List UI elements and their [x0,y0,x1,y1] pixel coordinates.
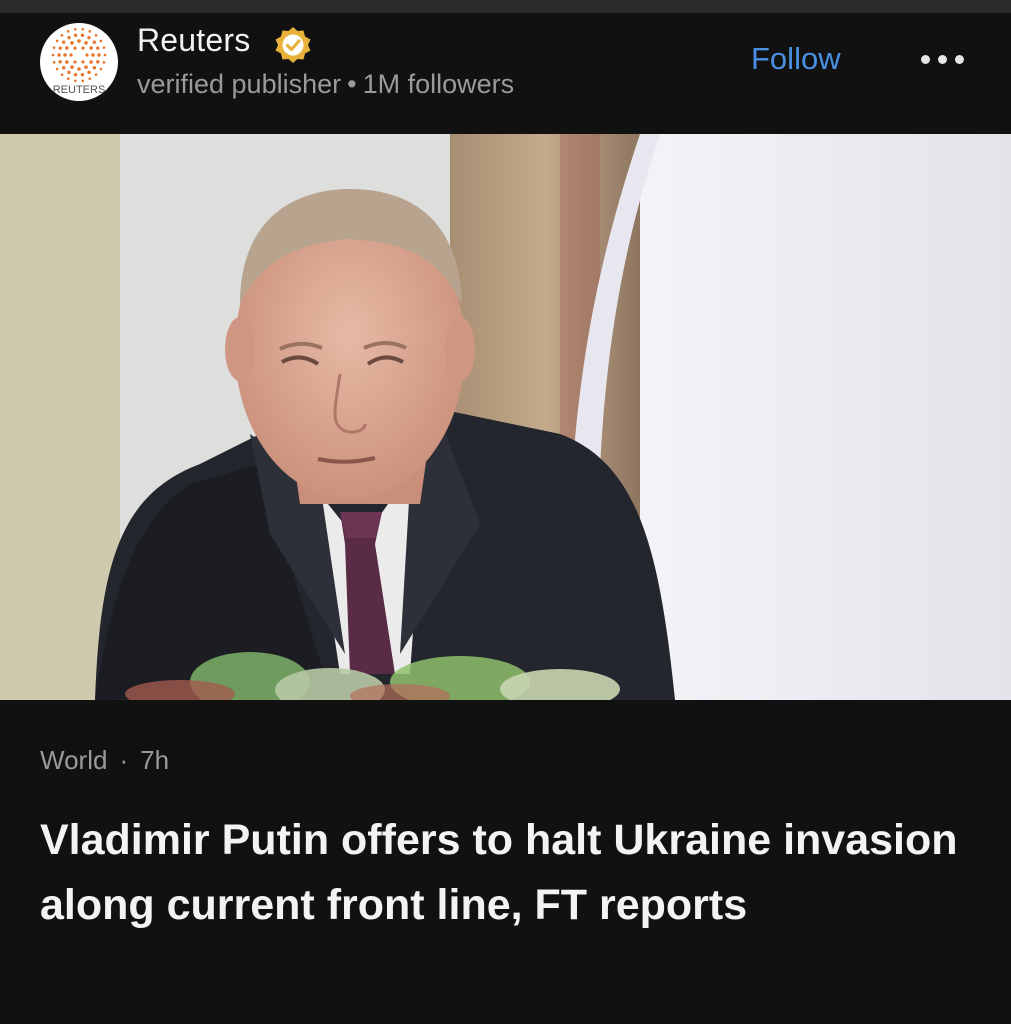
article-time: 7h [140,745,170,775]
follower-count: 1M followers [362,69,515,99]
status-strip [0,0,1011,13]
article-meta: World · 7h [40,745,169,776]
article-category[interactable]: World [40,745,107,775]
more-horizontal-icon[interactable] [918,47,968,71]
publisher-meta: verified publisher • 1M followers [137,69,514,100]
publisher-header: REUTERS Reuters verified publisher • 1M fo… [0,13,1011,134]
publisher-subtitle: verified publisher [137,69,342,99]
logo-wordmark: REUTERS [53,84,106,96]
article-headline[interactable]: Vladimir Putin offers to halt Ukraine in… [40,808,970,938]
publisher-logo[interactable]: REUTERS [40,23,118,101]
verified-check-icon [272,24,314,66]
meta-separator: • [347,69,357,99]
meta-dot: · [119,745,129,775]
article-image[interactable] [0,134,1011,700]
follow-button[interactable]: Follow [751,41,841,77]
publisher-name[interactable]: Reuters [137,22,250,59]
